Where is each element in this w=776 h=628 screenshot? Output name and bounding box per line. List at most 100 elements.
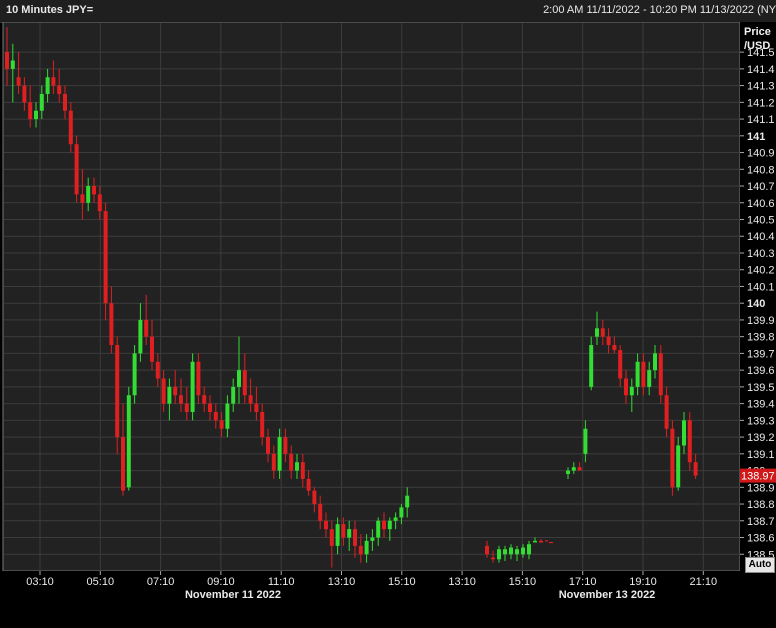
candle-body xyxy=(693,462,698,476)
candle-body xyxy=(68,110,73,145)
y-tick-label: 141.2 xyxy=(747,97,775,109)
candle-body xyxy=(341,524,346,538)
candle-body xyxy=(283,437,288,454)
y-tick-label: 139.3 xyxy=(747,415,775,427)
x-tick-label: 15:10 xyxy=(388,576,416,588)
y-tick-label: 138.7 xyxy=(747,516,775,528)
candle-body xyxy=(57,85,62,94)
candle-body xyxy=(173,386,178,396)
candle-body xyxy=(16,77,21,86)
x-tick-label: 07:10 xyxy=(147,576,175,588)
candle-body xyxy=(405,495,410,508)
candle-body xyxy=(571,467,576,471)
date-label: November 11 2022 xyxy=(185,589,281,601)
candle-body xyxy=(382,520,386,530)
candle-body xyxy=(219,420,224,429)
candle-body xyxy=(539,540,543,543)
y-tick-label: 139.8 xyxy=(747,332,775,344)
price-axis-label: Price /USD xyxy=(744,25,771,53)
candle-body xyxy=(208,403,212,412)
candle-body xyxy=(97,194,102,212)
candle-body xyxy=(353,529,357,546)
date-label: November 13 2022 xyxy=(559,589,656,601)
candle-body xyxy=(63,93,67,111)
candle-body xyxy=(248,395,253,404)
candle-body xyxy=(5,52,9,69)
y-tick-label: 140.7 xyxy=(747,181,775,193)
candle-body xyxy=(485,545,489,555)
candle-body xyxy=(364,540,369,555)
x-tick-label: 13:10 xyxy=(448,576,476,588)
candle-body xyxy=(676,445,681,488)
candle-body xyxy=(347,529,352,538)
x-tick-label: 19:10 xyxy=(629,576,657,588)
candle-body xyxy=(624,378,628,396)
candle-body xyxy=(179,395,183,404)
y-tick-label: 139.4 xyxy=(747,399,775,411)
candle-body xyxy=(74,144,79,195)
y-tick-label: 138.6 xyxy=(747,533,775,545)
price-label-line1: Price xyxy=(744,26,771,38)
candle-body xyxy=(399,507,404,518)
candle-body xyxy=(242,370,247,396)
candlestick-chart[interactable]: 141.5141.4141.3141.2141.1141140.9140.814… xyxy=(0,22,776,628)
x-tick-label: 15:10 xyxy=(509,576,537,588)
candle-body xyxy=(393,517,398,521)
candle-body xyxy=(682,420,686,446)
candle-body xyxy=(653,353,657,371)
candle-body xyxy=(45,77,50,94)
y-tick-label: 139.2 xyxy=(747,432,775,444)
candle-body xyxy=(358,545,363,555)
candle-body xyxy=(335,524,340,546)
plot-area[interactable] xyxy=(2,22,741,572)
candle-body xyxy=(184,403,189,412)
candle-body xyxy=(138,319,143,354)
x-tick-label: 03:10 xyxy=(26,576,54,588)
x-tick-label: 13:10 xyxy=(328,576,356,588)
candle-body xyxy=(150,336,154,362)
candle-body xyxy=(387,520,392,530)
candle-body xyxy=(22,85,27,103)
x-tick-label: 09:10 xyxy=(207,576,235,588)
candle-body xyxy=(126,395,131,488)
candle-body xyxy=(533,540,537,543)
y-tick-label: 139.6 xyxy=(747,365,775,377)
y-tick-label: 139.1 xyxy=(747,449,775,461)
candle-body xyxy=(658,353,663,396)
candle-body xyxy=(260,411,265,438)
candle-body xyxy=(121,437,125,491)
y-tick-label: 139.7 xyxy=(747,348,775,360)
candle-body xyxy=(86,186,91,203)
candle-body xyxy=(225,403,230,429)
candle-body xyxy=(589,345,594,387)
candle-body xyxy=(213,411,218,421)
y-tick-label: 139.9 xyxy=(747,315,775,327)
y-tick-label: 140.5 xyxy=(747,215,775,227)
current-price-marker: 138.97 xyxy=(740,468,776,483)
candle-body xyxy=(144,319,149,337)
candle-body xyxy=(231,386,236,404)
x-tick-label: 21:10 xyxy=(690,576,718,588)
candle-body xyxy=(277,437,282,471)
candle-body xyxy=(190,361,195,412)
candle-body xyxy=(196,361,201,396)
candle-body xyxy=(606,336,611,346)
y-tick-label: 140.2 xyxy=(747,265,775,277)
candle-body xyxy=(329,529,334,546)
candle-body xyxy=(577,467,582,471)
x-tick-label: 05:10 xyxy=(87,576,115,588)
candle-body xyxy=(254,403,259,412)
y-tick-label: 140 xyxy=(747,298,765,310)
candle-body xyxy=(266,437,270,454)
candle-body xyxy=(612,345,617,351)
candle-body xyxy=(641,361,646,387)
candle-body xyxy=(503,549,507,555)
candle-body xyxy=(376,520,381,538)
candle-body xyxy=(80,194,85,203)
candle-body xyxy=(600,328,605,337)
auto-scale-button[interactable]: Auto xyxy=(745,557,775,573)
candle-body xyxy=(295,462,299,471)
chart-title: 10 Minutes JPY= xyxy=(6,4,94,16)
candle-body xyxy=(583,428,588,454)
candle-body xyxy=(202,395,207,404)
